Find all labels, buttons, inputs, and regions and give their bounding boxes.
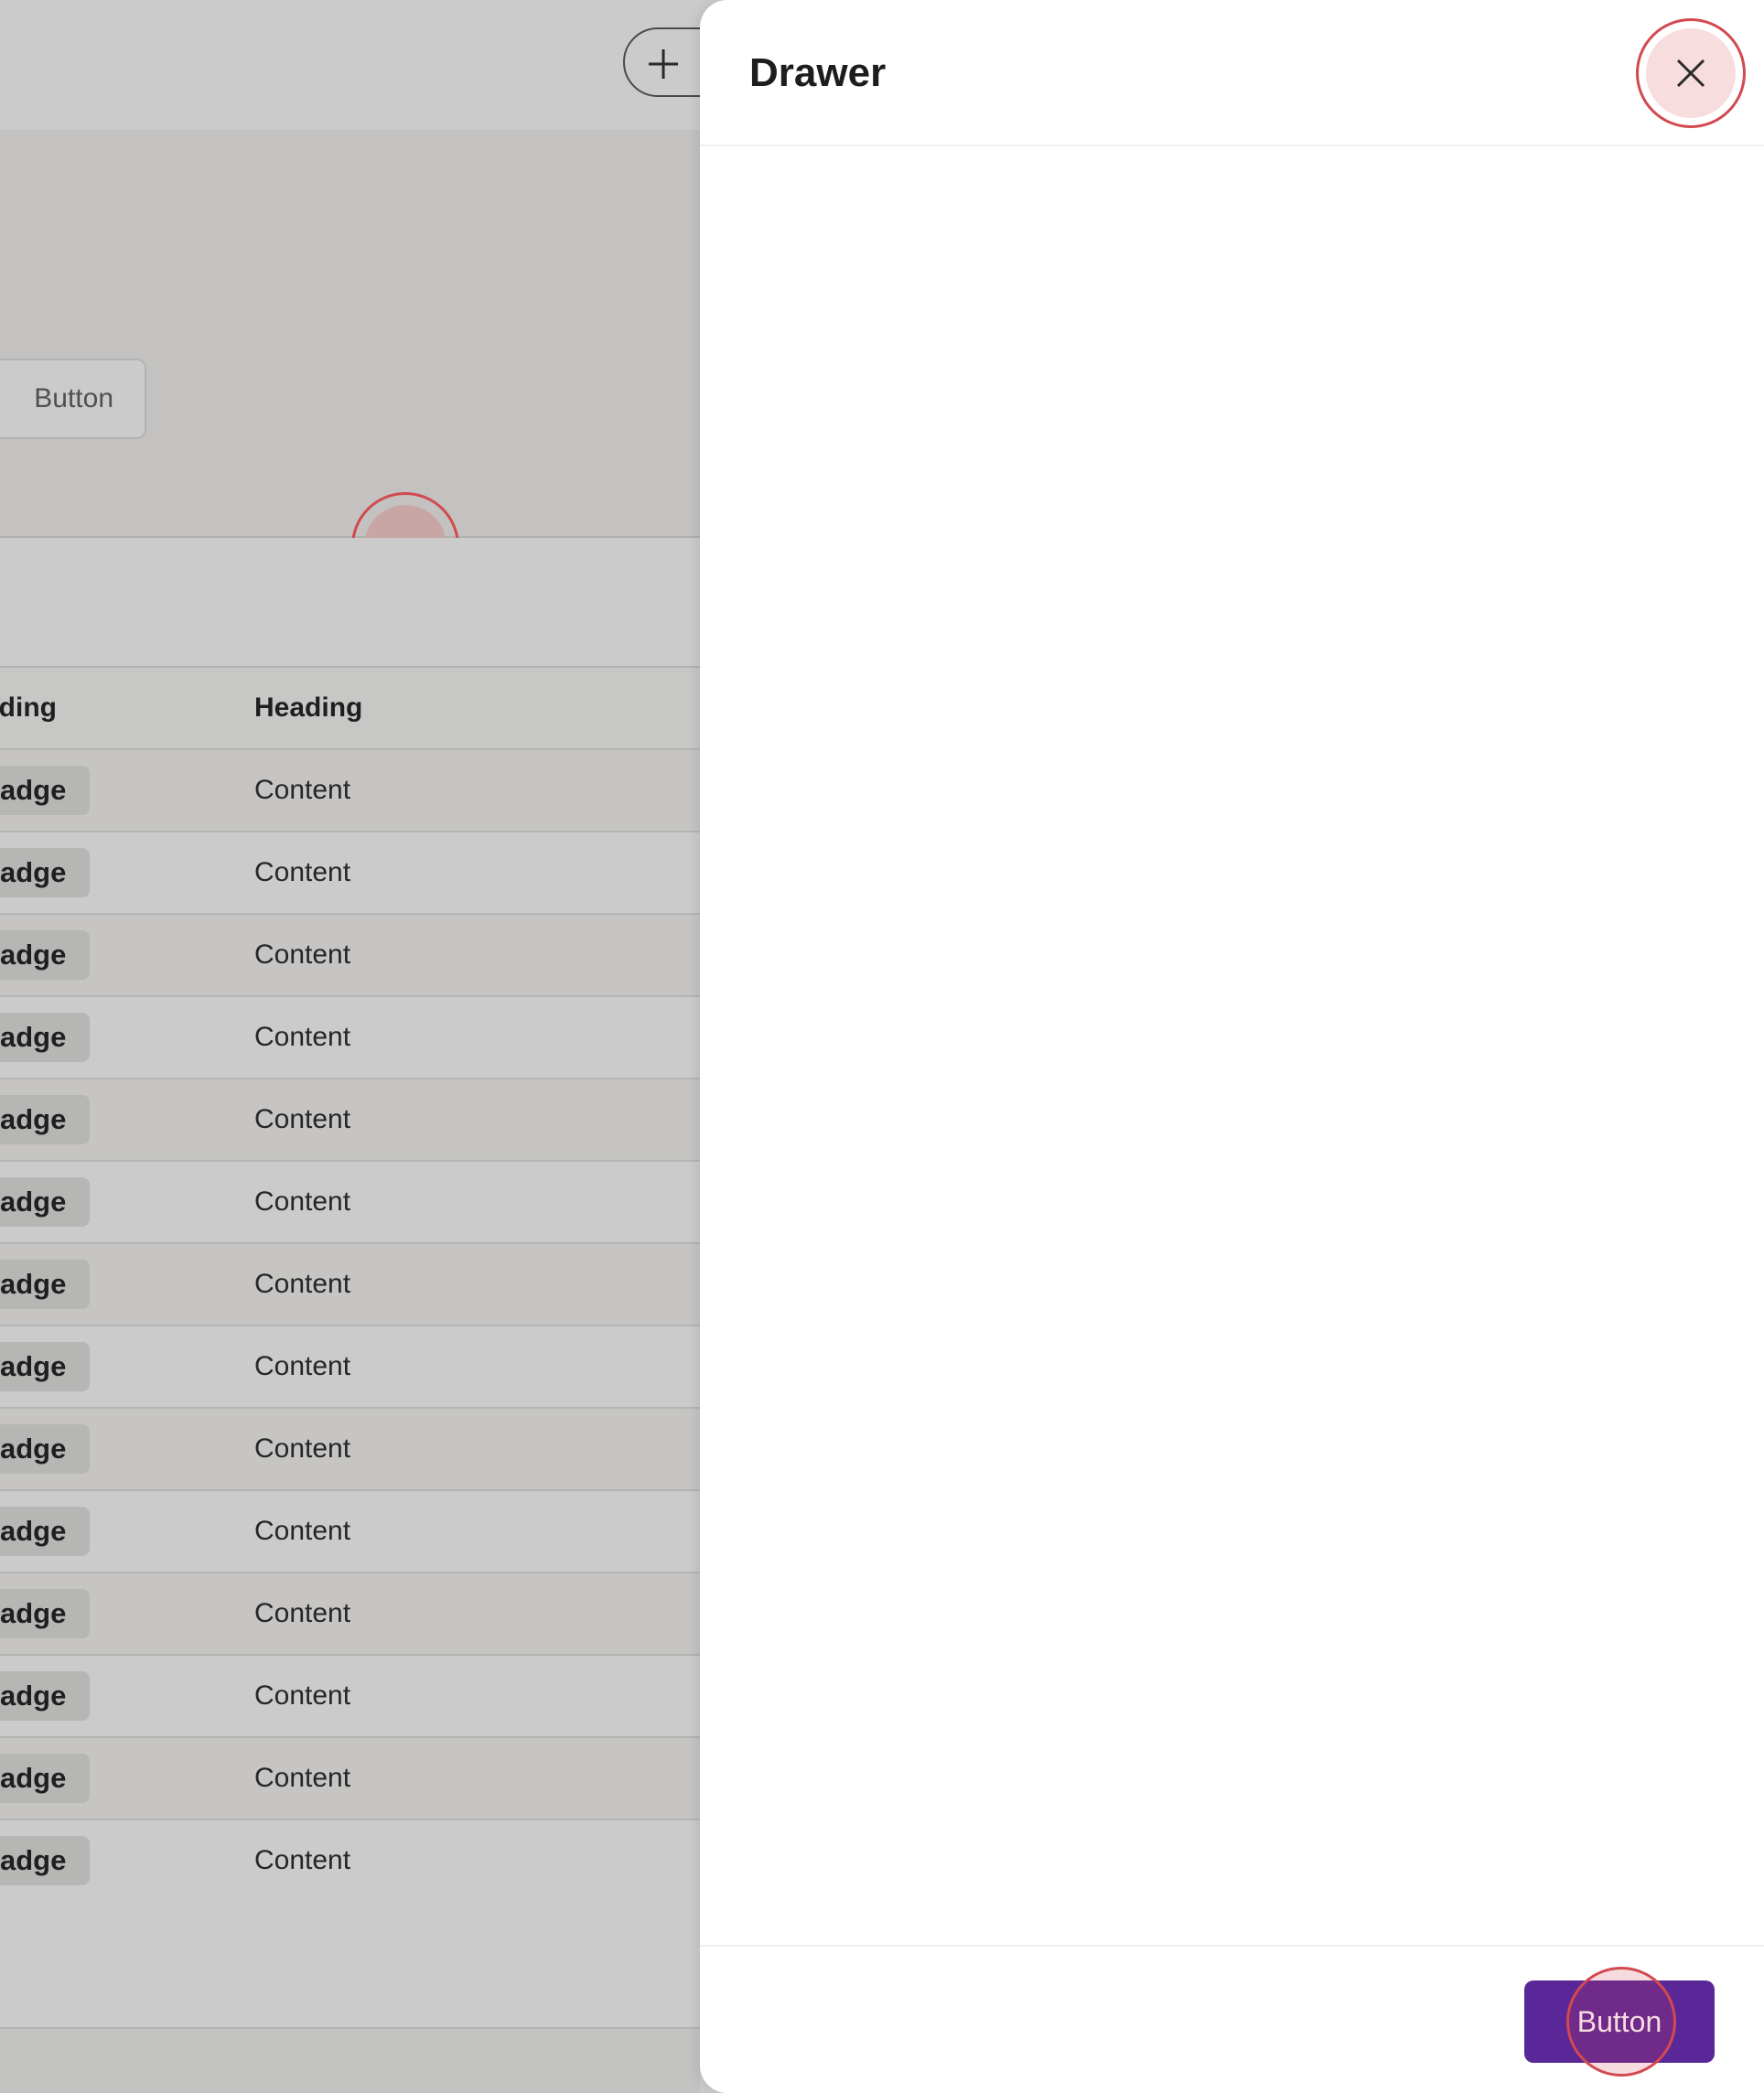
- table-header-cell: Heading: [254, 668, 700, 750]
- drawer-body: [700, 146, 1764, 1945]
- table-cell-badge: adge: [0, 1819, 254, 1903]
- table-row: adge Content: [0, 1819, 700, 1903]
- table-cell-content: Content: [254, 1737, 700, 1820]
- table-row: adge Content: [0, 1655, 700, 1738]
- table-row: adge Content: [0, 996, 700, 1079]
- status-badge: adge: [0, 766, 91, 815]
- status-badge: adge: [0, 1589, 91, 1638]
- table-row: adge Content: [0, 1737, 700, 1820]
- data-table: ading Heading adgeContentadgeContentadge…: [0, 668, 700, 1903]
- table-row: adge Content: [0, 1326, 700, 1409]
- status-badge: adge: [0, 930, 91, 980]
- status-badge: adge: [0, 1671, 91, 1721]
- table-cell-badge: adge: [0, 1737, 254, 1820]
- table-cell-badge: adge: [0, 914, 254, 997]
- table-cell-content: Content: [254, 832, 700, 915]
- table-cell-content: Content: [254, 914, 700, 997]
- table-row: adge Content: [0, 832, 700, 915]
- status-badge: adge: [0, 1754, 91, 1803]
- status-badge: adge: [0, 1013, 91, 1062]
- table-cell-badge: adge: [0, 1490, 254, 1573]
- table-row: adge Content: [0, 749, 700, 832]
- background-spacer: [0, 538, 700, 668]
- table-cell-badge: adge: [0, 1079, 254, 1162]
- close-icon: [1676, 59, 1705, 88]
- table-row: adge Content: [0, 1079, 700, 1162]
- table-cell-content: Content: [254, 1326, 700, 1409]
- table-cell-badge: adge: [0, 749, 254, 832]
- table-cell-content: Content: [254, 1079, 700, 1162]
- table-cell-badge: adge: [0, 1161, 254, 1244]
- table-header-cell: ading: [0, 668, 254, 750]
- status-badge: adge: [0, 1836, 91, 1885]
- table-row: adge Content: [0, 914, 700, 997]
- background-bottom-bar: [0, 2029, 700, 2093]
- background-topbar: [0, 0, 700, 130]
- table-row: adge Content: [0, 1408, 700, 1491]
- background-page: Button ading Heading adge Content adge Cont…: [0, 0, 700, 2093]
- table-cell-badge: adge: [0, 996, 254, 1079]
- background-button-label: Button: [34, 383, 113, 413]
- background-hero-section: Button: [0, 130, 700, 600]
- status-badge: adge: [0, 1260, 91, 1309]
- table-cell-content: Content: [254, 1572, 700, 1656]
- status-badge: adge: [0, 848, 91, 897]
- status-badge: adge: [0, 1095, 91, 1144]
- status-badge: adge: [0, 1342, 91, 1391]
- table-cell-content: Content: [254, 749, 700, 832]
- drawer-footer: Button: [700, 1945, 1764, 2093]
- table-row: adge Content: [0, 1490, 700, 1573]
- plus-icon: [649, 49, 678, 79]
- table-cell-badge: adge: [0, 1655, 254, 1738]
- table-row: adge Content: [0, 1161, 700, 1244]
- table-header-row: ading Heading: [0, 668, 700, 750]
- background-button[interactable]: Button: [0, 359, 146, 439]
- table-cell-content: Content: [254, 1490, 700, 1573]
- table-cell-content: Content: [254, 1408, 700, 1491]
- table-cell-badge: adge: [0, 1326, 254, 1409]
- table-cell-badge: adge: [0, 1408, 254, 1491]
- status-badge: adge: [0, 1424, 91, 1474]
- table-row: adge Content: [0, 1243, 700, 1326]
- drawer-panel: Drawer Button: [700, 0, 1764, 2093]
- drawer-primary-button[interactable]: Button: [1524, 1980, 1715, 2063]
- background-footer-area: [0, 1899, 700, 2029]
- drawer-header: Drawer: [700, 0, 1764, 146]
- drawer-title: Drawer: [749, 50, 887, 95]
- add-button[interactable]: [623, 27, 700, 97]
- table-cell-content: Content: [254, 1161, 700, 1244]
- table-cell-badge: adge: [0, 1243, 254, 1326]
- table-row: adge Content: [0, 1572, 700, 1656]
- status-badge: adge: [0, 1507, 91, 1556]
- table-cell-content: Content: [254, 1243, 700, 1326]
- table-cell-badge: adge: [0, 1572, 254, 1656]
- table-cell-content: Content: [254, 1819, 700, 1903]
- table-cell-badge: adge: [0, 832, 254, 915]
- status-badge: adge: [0, 1177, 91, 1227]
- table-cell-content: Content: [254, 996, 700, 1079]
- table-cell-content: Content: [254, 1655, 700, 1738]
- close-button[interactable]: [1646, 28, 1736, 118]
